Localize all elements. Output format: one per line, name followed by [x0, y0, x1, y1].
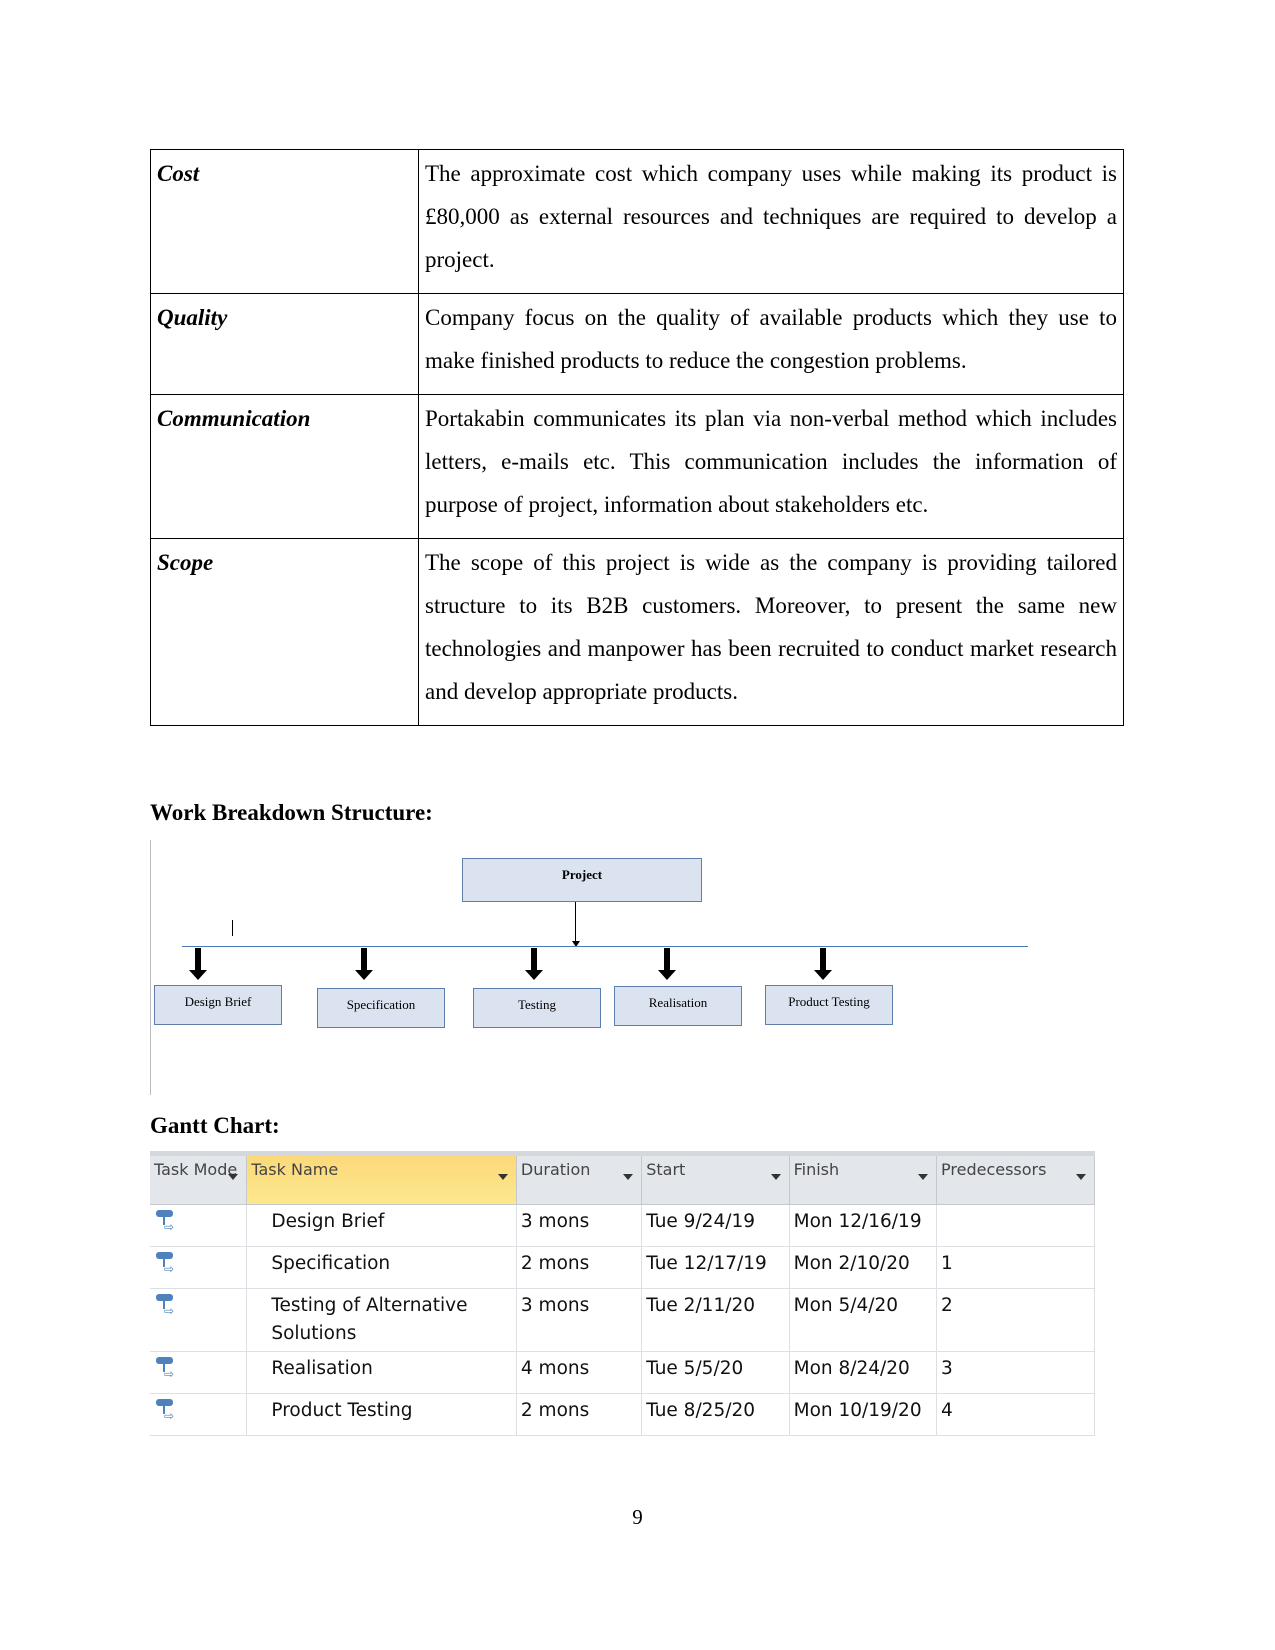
- task-name-cell[interactable]: Specification: [246, 1246, 517, 1289]
- page-number: 9: [632, 1505, 643, 1529]
- arrow-down-icon: [525, 970, 543, 980]
- row-description: The scope of this project is wide as the…: [418, 538, 1124, 726]
- wbs-node-realisation: Realisation: [614, 986, 742, 1026]
- finish-cell[interactable]: Mon 10/19/20: [789, 1393, 938, 1436]
- task-name-cell[interactable]: Realisation: [246, 1351, 517, 1394]
- column-header-finish[interactable]: Finish: [789, 1156, 938, 1205]
- table-row: Scope The scope of this project is wide …: [150, 538, 1124, 726]
- wbs-node-testing: Testing: [473, 988, 601, 1028]
- row-label: Cost: [150, 149, 419, 294]
- finish-cell[interactable]: Mon 5/4/20: [789, 1288, 938, 1352]
- column-label: Task Mode: [154, 1160, 238, 1179]
- auto-scheduled-task-icon: ⇨: [154, 1355, 176, 1381]
- duration-cell[interactable]: 2 mons: [516, 1246, 643, 1289]
- row-description: Company focus on the quality of availabl…: [418, 293, 1124, 395]
- wbs-branch-line: [182, 946, 1028, 947]
- finish-cell[interactable]: Mon 12/16/19: [789, 1204, 938, 1247]
- dropdown-arrow-icon[interactable]: [1076, 1174, 1086, 1180]
- wbs-heading: Work Breakdown Structure:: [150, 800, 433, 825]
- arrow-down-icon: [814, 970, 832, 980]
- predecessors-cell[interactable]: 4: [936, 1393, 1095, 1436]
- duration-cell[interactable]: 3 mons: [516, 1204, 643, 1247]
- column-label: Duration: [520, 1160, 591, 1179]
- arrow-down-icon: [658, 970, 676, 980]
- task-mode-cell[interactable]: ⇨: [150, 1204, 248, 1247]
- task-mode-cell[interactable]: ⇨: [150, 1246, 248, 1289]
- column-header-start[interactable]: Start: [641, 1156, 790, 1205]
- arrow-down-icon: [189, 970, 207, 980]
- table-row: Quality Company focus on the quality of …: [150, 293, 1124, 395]
- table-row[interactable]: ⇨ Product Testing 2 mons Tue 8/25/20 Mon 10/…: [150, 1393, 1095, 1436]
- root-connector: [575, 902, 576, 942]
- auto-scheduled-task-icon: ⇨: [154, 1397, 176, 1423]
- text-cursor: [232, 920, 233, 936]
- arrow-shaft: [361, 948, 367, 971]
- duration-cell[interactable]: 4 mons: [516, 1351, 643, 1394]
- row-description: Portakabin communicates its plan via non…: [418, 394, 1124, 539]
- arrow-shaft: [820, 948, 826, 971]
- wbs-node-specification: Specification: [317, 988, 445, 1028]
- table-row[interactable]: ⇨ Design Brief 3 mons Tue 9/24/19 Mon 12/16/…: [150, 1204, 1095, 1247]
- column-header-task-name[interactable]: Task Name: [246, 1156, 517, 1205]
- diagram-border: [150, 840, 151, 1095]
- gantt-header-row: Task Mode Task Name Duration Start Finis…: [150, 1156, 1095, 1205]
- start-cell[interactable]: Tue 8/25/20: [641, 1393, 790, 1436]
- column-label: Task Name: [251, 1160, 339, 1179]
- wbs-node-design-brief: Design Brief: [154, 985, 282, 1025]
- gantt-table: Task Mode Task Name Duration Start Finis…: [150, 1156, 1095, 1436]
- wbs-node-product-testing: Product Testing: [765, 985, 893, 1025]
- column-header-predecessors[interactable]: Predecessors: [936, 1156, 1095, 1205]
- column-header-duration[interactable]: Duration: [516, 1156, 643, 1205]
- table-row[interactable]: ⇨ Testing of Alternative Solutions 3 mons T…: [150, 1288, 1095, 1352]
- auto-scheduled-task-icon: ⇨: [154, 1250, 176, 1276]
- auto-scheduled-task-icon: ⇨: [154, 1208, 176, 1234]
- arrow-shaft: [664, 948, 670, 971]
- dropdown-arrow-icon[interactable]: [770, 1174, 781, 1180]
- row-label: Communication: [150, 394, 419, 539]
- task-name-cell[interactable]: Testing of Alternative Solutions: [246, 1288, 517, 1352]
- start-cell[interactable]: Tue 5/5/20: [641, 1351, 790, 1394]
- task-name-cell[interactable]: Product Testing: [246, 1393, 517, 1436]
- requirements-table: Cost The approximate cost which company …: [150, 149, 1124, 726]
- duration-cell[interactable]: 2 mons: [516, 1393, 643, 1436]
- arrow-shaft: [195, 948, 201, 971]
- column-label: Finish: [793, 1160, 840, 1179]
- predecessors-cell[interactable]: [936, 1204, 1095, 1247]
- start-cell[interactable]: Tue 2/11/20: [641, 1288, 790, 1352]
- finish-cell[interactable]: Mon 8/24/20: [789, 1351, 938, 1394]
- wbs-diagram: Project Design Brief Specification Testi…: [150, 840, 1050, 1095]
- arrow-shaft: [531, 948, 537, 971]
- row-label: Scope: [150, 538, 419, 726]
- dropdown-arrow-icon[interactable]: [623, 1174, 634, 1180]
- wbs-root-node: Project: [462, 858, 702, 902]
- auto-scheduled-task-icon: ⇨: [154, 1292, 176, 1318]
- gantt-heading: Gantt Chart:: [150, 1113, 280, 1138]
- start-cell[interactable]: Tue 9/24/19: [641, 1204, 790, 1247]
- table-row: Cost The approximate cost which company …: [150, 149, 1124, 294]
- finish-cell[interactable]: Mon 2/10/20: [789, 1246, 938, 1289]
- task-mode-cell[interactable]: ⇨: [150, 1393, 248, 1436]
- task-name-cell[interactable]: Design Brief: [246, 1204, 517, 1247]
- start-cell[interactable]: Tue 12/17/19: [641, 1246, 790, 1289]
- dropdown-arrow-icon[interactable]: [918, 1174, 929, 1180]
- predecessors-cell[interactable]: 3: [936, 1351, 1095, 1394]
- predecessors-cell[interactable]: 1: [936, 1246, 1095, 1289]
- table-row[interactable]: ⇨ Realisation 4 mons Tue 5/5/20 Mon 8/24/20 3: [150, 1351, 1095, 1394]
- task-mode-cell[interactable]: ⇨: [150, 1288, 248, 1352]
- row-label: Quality: [150, 293, 419, 395]
- duration-cell[interactable]: 3 mons: [516, 1288, 643, 1352]
- table-row: Communication Portakabin communicates it…: [150, 394, 1124, 539]
- column-label: Predecessors: [941, 1160, 1047, 1179]
- row-description: The approximate cost which company uses …: [418, 149, 1124, 294]
- column-label: Start: [646, 1160, 686, 1179]
- arrow-down-icon: [355, 970, 373, 980]
- task-mode-cell[interactable]: ⇨: [150, 1351, 248, 1394]
- column-header-task-mode[interactable]: Task Mode: [150, 1156, 248, 1205]
- dropdown-arrow-icon[interactable]: [228, 1174, 239, 1180]
- predecessors-cell[interactable]: 2: [936, 1288, 1095, 1352]
- table-row[interactable]: ⇨ Specification 2 mons Tue 12/17/19 Mon 2/10…: [150, 1246, 1095, 1289]
- dropdown-arrow-icon[interactable]: [497, 1174, 508, 1180]
